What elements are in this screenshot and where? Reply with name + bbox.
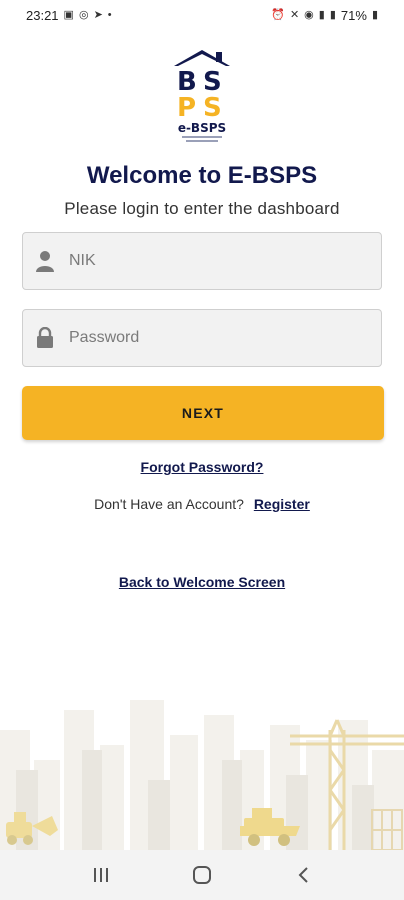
home-icon[interactable]: [182, 855, 222, 895]
status-left: 23:21 ▣ ◎ ➤ •: [26, 8, 112, 23]
svg-text:P: P: [177, 93, 196, 123]
lock-icon: [23, 327, 67, 349]
alarm-icon: ⏰: [271, 8, 285, 21]
svg-text:S: S: [203, 93, 222, 123]
forgot-password-link[interactable]: Forgot Password?: [141, 459, 264, 475]
back-row: Back to Welcome Screen: [0, 574, 404, 592]
back-to-welcome-link[interactable]: Back to Welcome Screen: [119, 574, 285, 590]
dot-icon: •: [107, 8, 112, 21]
whatsapp-icon: ◎: [78, 8, 89, 21]
page-subtitle: Please login to enter the dashboard: [64, 199, 340, 218]
user-icon: [23, 250, 67, 272]
page-title: Welcome to E-BSPS: [86, 162, 318, 189]
signal-icon: ▮: [329, 8, 336, 21]
register-link[interactable]: Register: [254, 496, 310, 512]
status-bar: 23:21 ▣ ◎ ➤ • ⏰ ✕ ◉ ▮ ▮ 71% ▮: [0, 0, 404, 30]
status-time: 23:21: [26, 7, 59, 23]
password-field[interactable]: [22, 309, 382, 367]
city-construction-illustration: [0, 700, 404, 850]
gallery-icon: ▣: [63, 8, 74, 21]
password-input[interactable]: [67, 328, 381, 348]
recent-apps-icon[interactable]: [81, 855, 121, 895]
no-account-text: Don't Have an Account?: [94, 496, 244, 512]
nik-field[interactable]: [22, 232, 382, 290]
register-row: Don't Have an Account? Register: [0, 496, 404, 512]
telegram-icon: ➤: [93, 8, 103, 21]
nik-input[interactable]: [67, 251, 381, 271]
forgot-row: Forgot Password?: [0, 459, 404, 477]
logo-text: e-BSPS: [178, 121, 226, 135]
battery-percent: 71%: [340, 7, 367, 23]
mute-icon: ✕: [289, 8, 300, 21]
signal-icon: ▮: [318, 8, 325, 21]
battery-icon: ▮: [371, 8, 378, 21]
wifi-icon: ◉: [304, 8, 314, 21]
ebsps-logo: B S P S e-BSPS: [174, 50, 230, 142]
status-right: ⏰ ✕ ◉ ▮ ▮ 71% ▮: [271, 8, 378, 23]
next-button[interactable]: NEXT: [22, 386, 384, 440]
system-nav-bar: [0, 850, 404, 900]
back-icon[interactable]: [283, 855, 323, 895]
